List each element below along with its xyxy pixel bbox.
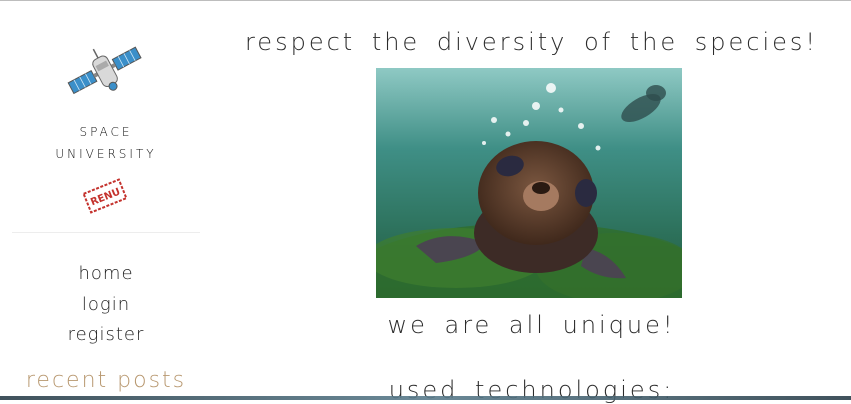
page-headline: respect the diversity of the species! [244,28,819,56]
photo-caption: we are all unique! [387,311,676,339]
nav-link-home[interactable]: home [0,263,212,284]
satellite-icon[interactable] [66,40,146,106]
sidebar-divider [12,232,200,233]
sidebar: SPACE UNIVERSITY RENU home login registe… [0,0,212,400]
sea-lion-photo [376,68,682,298]
bottom-bar [0,396,851,400]
renu-stamp-icon: RENU [82,178,128,214]
nav-link-register[interactable]: register [0,324,212,345]
brand-name-line2: UNIVERSITY [55,147,157,161]
nav-link-login[interactable]: login [0,294,212,315]
recent-posts-heading: recent posts [25,368,187,393]
brand-name-line1: SPACE [79,125,133,139]
